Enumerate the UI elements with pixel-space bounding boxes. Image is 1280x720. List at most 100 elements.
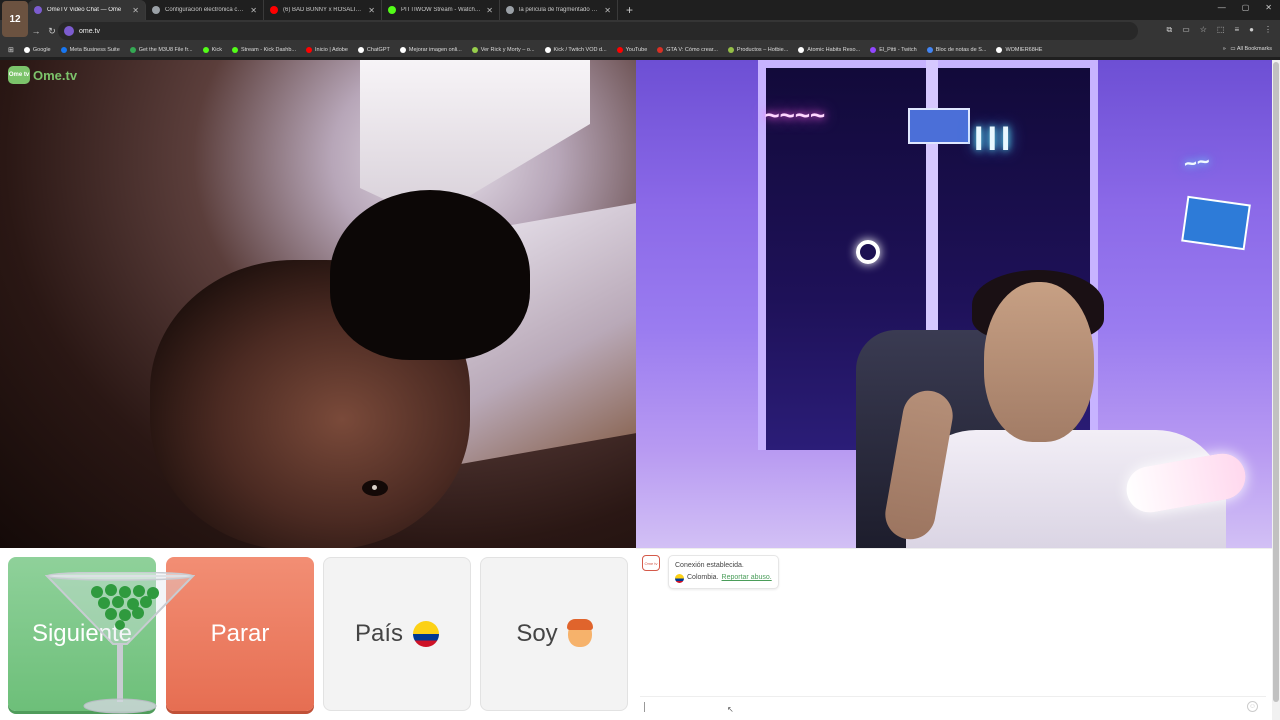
folder-icon: ▭ [1230, 46, 1236, 52]
chat-message-input[interactable]: ☺ [640, 696, 1266, 716]
profile-avatar[interactable]: 12 [2, 1, 28, 37]
menu-icon[interactable]: ⋮ [1264, 25, 1272, 35]
all-bookmarks-button[interactable]: » ▭ All Bookmarks [1223, 46, 1272, 52]
ometv-logo-icon: Ome tv [8, 66, 30, 84]
bookmark-label: YouTube [625, 46, 648, 53]
bookmark-item[interactable]: Kick [202, 46, 222, 53]
maximize-icon[interactable]: ▢ [1242, 3, 1250, 12]
tab-title: la película de fragmentado - Bi [519, 7, 600, 13]
scrollbar-thumb[interactable] [1273, 62, 1279, 702]
media-icon[interactable]: ≡ [1234, 25, 1239, 35]
system-message: Conexión establecida. Colombia. Reportar… [668, 555, 779, 589]
next-button[interactable]: Siguiente [8, 557, 156, 711]
new-tab-button[interactable]: + [626, 3, 633, 17]
window-controls: — ▢ ✕ [1218, 3, 1272, 12]
star-icon[interactable]: ☆ [1200, 25, 1207, 35]
bookmark-item[interactable]: GTA V: Cómo crear... [657, 46, 718, 53]
tab-configuracion[interactable]: Configuración electrónica cerio ✕ [146, 0, 264, 20]
chevron-right-icon: » [1222, 46, 1226, 52]
tab-kick[interactable]: PITTIWOW Stream - Watch Liv ✕ [382, 0, 500, 20]
cast-icon[interactable]: ▭ [1182, 25, 1190, 35]
ometv-chat-icon: Ome tv [642, 555, 660, 571]
extensions-area: ⧉ ▭ ☆ ⬚ ≡ ● ⋮ [1166, 25, 1272, 35]
exit-route-sign-graphic [1181, 195, 1251, 251]
chat-panel: Ome tv Conexión establecida. Colombia. R… [636, 548, 1272, 720]
back-icon[interactable]: → [28, 26, 44, 36]
bookmark-label: Kick [211, 46, 222, 53]
close-tab-icon[interactable]: ✕ [250, 6, 257, 15]
bookmark-label: Ver Rick y Morty – o... [480, 46, 535, 53]
close-tab-icon[interactable]: ✕ [604, 6, 611, 15]
stop-button[interactable]: Parar [166, 557, 314, 711]
bookmark-icon [798, 46, 805, 53]
bookmark-icon [202, 46, 209, 53]
close-window-icon[interactable]: ✕ [1265, 3, 1272, 12]
bookmark-item[interactable]: Bloc de notas de S... [926, 46, 987, 53]
country-filter-button[interactable]: País [323, 557, 471, 711]
report-abuse-link[interactable]: Reportar abuso. [722, 572, 772, 584]
bookmark-item[interactable]: Stream - Kick Dashb... [231, 46, 296, 53]
bookmark-item[interactable]: El_Pitti - Twitch [870, 46, 917, 53]
ometv-logo-text: Ome.tv [33, 67, 78, 83]
url-text: ome.tv [79, 27, 101, 35]
minimize-icon[interactable]: — [1218, 3, 1226, 12]
bookmark-item[interactable]: Atomic Habits Reso... [798, 46, 860, 53]
all-bookmarks-label: All Bookmarks [1236, 46, 1272, 52]
bookmark-item[interactable]: Meta Business Suite [60, 46, 120, 53]
extensions-icon[interactable]: ⬚ [1217, 25, 1225, 35]
bookmark-icon [399, 46, 406, 53]
bookmark-item[interactable]: Google [23, 46, 51, 53]
tab-youtube[interactable]: (6) BAD BUNNY x ROSALÍA - L ✕ [264, 0, 382, 20]
kick-icon [388, 6, 396, 14]
neon-sign-graphic: ~~~~ [764, 100, 825, 130]
bookmark-icon [60, 46, 67, 53]
video-scene-hair [330, 190, 530, 360]
gender-select-button[interactable]: Soy [480, 557, 628, 711]
bookmark-item[interactable]: Inicio | Adobe [305, 46, 348, 53]
stranger-video: Ome tv Ome.tv [0, 60, 636, 548]
bookmark-label: Bloc de notas de S... [935, 46, 987, 53]
bookmark-label: Google [32, 46, 51, 53]
country-button-label: País [354, 620, 404, 647]
bookmark-item[interactable]: YouTube [616, 46, 648, 53]
tab-pelicula[interactable]: la película de fragmentado - Bi ✕ [500, 0, 618, 20]
close-tab-icon[interactable]: ✕ [368, 6, 375, 15]
translate-icon[interactable]: ⧉ [1166, 25, 1172, 35]
emoji-icon[interactable]: ☺ [1247, 701, 1258, 712]
neon-wow-graphic: ~~ [1182, 148, 1212, 177]
chat-controls: Siguiente Parar País Soy [0, 548, 636, 720]
next-button-label: Siguiente [31, 620, 133, 647]
bookmark-item[interactable]: Mejorar imagen onli... [399, 46, 462, 53]
bookmark-label: ChatGPT [366, 46, 390, 53]
profile-icon[interactable]: ● [1249, 25, 1254, 35]
tab-title: (6) BAD BUNNY x ROSALÍA - L [283, 7, 364, 13]
bookmark-label: Get the M3U8 File fr... [138, 46, 193, 53]
bookmark-label: Mejorar imagen onli... [408, 46, 462, 53]
bookmarks-bar: ⊞ Google Meta Business Suite Get the M3U… [0, 42, 1280, 57]
bookmark-icon [471, 46, 478, 53]
tab-favicon-icon [34, 6, 42, 14]
apps-icon[interactable]: ⊞ [8, 46, 14, 54]
bookmark-item[interactable]: Get the M3U8 File fr... [129, 46, 193, 53]
bookmark-icon [23, 46, 30, 53]
close-tab-icon[interactable]: ✕ [132, 6, 139, 15]
tab-ometv[interactable]: OmeTV Video Chat — Ome ✕ [28, 0, 146, 20]
bookmark-icon [544, 46, 551, 53]
video-scene-frame [926, 60, 938, 360]
bookmark-item[interactable]: Productos – Hotbie... [727, 46, 788, 53]
address-bar[interactable]: ome.tv [58, 22, 1138, 40]
bookmark-item[interactable]: ChatGPT [357, 46, 390, 53]
bookmark-icon [870, 46, 877, 53]
bookmark-item[interactable]: WOMIER68HE [996, 46, 1042, 53]
bookmark-icon [357, 46, 364, 53]
bookmark-icon [305, 46, 312, 53]
site-info-icon[interactable] [64, 26, 74, 36]
bookmark-item[interactable]: Ver Rick y Morty – o... [471, 46, 535, 53]
close-tab-icon[interactable]: ✕ [486, 6, 493, 15]
bookmark-item[interactable]: Kick / Twitch VOD d... [544, 46, 607, 53]
bookmark-label: Kick / Twitch VOD d... [553, 46, 607, 53]
self-video: ~~~~ III ~~ [636, 60, 1272, 548]
boy-emoji-icon [566, 619, 593, 647]
ometv-logo[interactable]: Ome tv Ome.tv [8, 66, 77, 84]
bookmark-icon [231, 46, 238, 53]
